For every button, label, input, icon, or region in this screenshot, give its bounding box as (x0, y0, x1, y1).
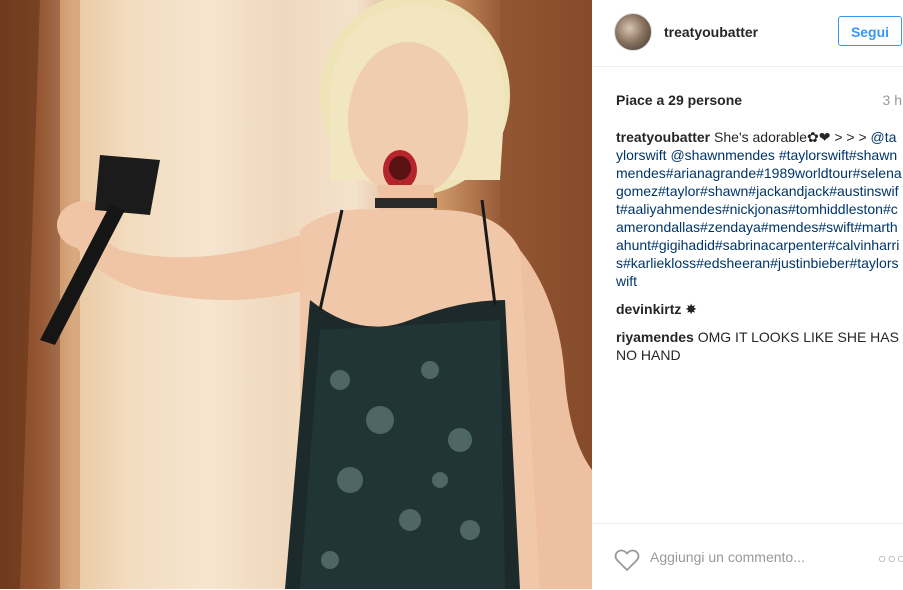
likes-row: Piace a 29 persone 3 h (616, 92, 902, 112)
comment-item: treatyoubatter She's adorable✿❤︎ > > > @… (616, 128, 902, 290)
comments-list: treatyoubatter She's adorable✿❤︎ > > > @… (616, 128, 902, 374)
more-options-icon[interactable]: ○○○ (878, 550, 903, 566)
heart-outline-icon[interactable] (614, 548, 640, 572)
post-footer: Aggiungi un commento... ○○○ (592, 523, 903, 590)
comment-username[interactable]: devinkirtz (616, 301, 681, 317)
post-photo[interactable] (0, 0, 592, 589)
comment-item: devinkirtz ✸ (616, 300, 902, 318)
post-side-panel: treatyoubatter Segui Piace a 29 persone … (592, 0, 903, 589)
follow-button[interactable]: Segui (838, 16, 902, 46)
likes-count[interactable]: Piace a 29 persone (616, 92, 742, 108)
comment-username[interactable]: treatyoubatter (616, 129, 710, 145)
post-header: treatyoubatter Segui (592, 0, 903, 67)
comment-item: riyamendes OMG IT LOOKS LIKE SHE HAS NO … (616, 328, 902, 364)
add-comment-input[interactable]: Aggiungi un commento... (650, 549, 805, 565)
instagram-post: treatyoubatter Segui Piace a 29 persone … (0, 0, 903, 589)
post-author-username[interactable]: treatyoubatter (664, 24, 758, 40)
comment-text: She's adorable✿❤︎ > > > (714, 129, 867, 145)
comment-text: ✸ (685, 301, 697, 317)
avatar[interactable] (614, 13, 652, 51)
comment-hashtags[interactable]: @taylorswift @shawnmendes #taylorswift#s… (616, 129, 902, 289)
post-timestamp[interactable]: 3 h (883, 92, 902, 108)
post-photo-illustration (0, 0, 592, 589)
comment-username[interactable]: riyamendes (616, 329, 694, 345)
